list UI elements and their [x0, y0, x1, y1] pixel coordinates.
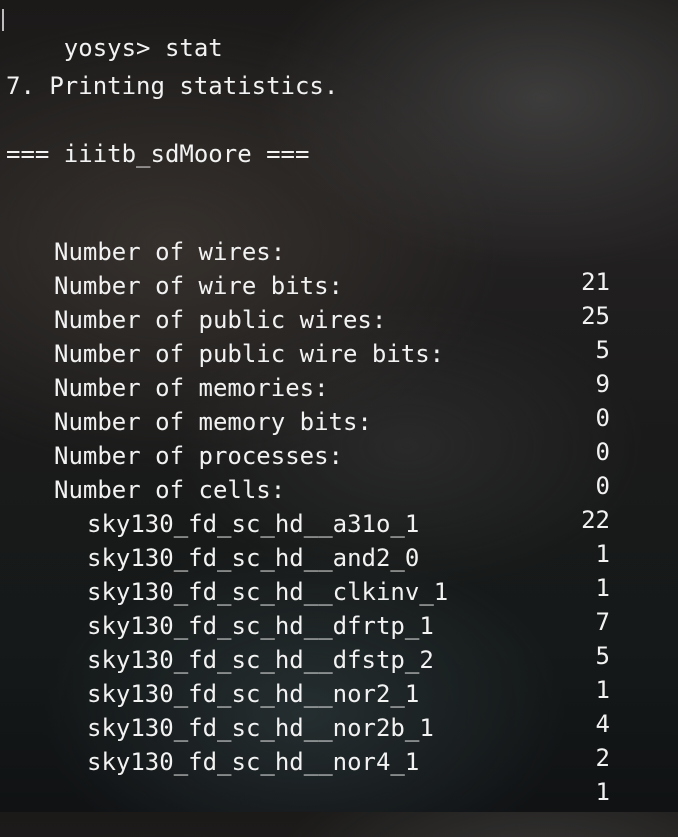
cell-row: sky130_fd_sc_hd__nor2b_1 2 — [6, 683, 676, 772]
stat-row-public-wires: Number of public wires: 5 — [6, 275, 676, 364]
stat-row-public-wire-bits: Number of public wire bits: 9 — [6, 309, 676, 398]
cell-row: sky130_fd_sc_hd__dfstp_2 1 — [6, 615, 676, 704]
section-heading: 7. Printing statistics. — [6, 72, 339, 100]
stat-row-memories: Number of memories: 0 — [6, 343, 676, 432]
stat-row-cells: Number of cells: 22 — [6, 445, 676, 534]
stat-row-wire-bits: Number of wire bits: 25 — [6, 241, 676, 330]
cell-row: sky130_fd_sc_hd__nor2_1 4 — [6, 649, 676, 738]
cell-row: sky130_fd_sc_hd__clkinv_1 7 — [6, 547, 676, 636]
cell-row: sky130_fd_sc_hd__dfrtp_1 5 — [6, 581, 676, 670]
stat-row-wires: Number of wires: 21 — [6, 207, 676, 296]
command-text: stat — [164, 34, 223, 62]
cursor-marker — [2, 9, 4, 31]
cell-count: 1 — [595, 778, 610, 806]
prompt-line: yosys> stat — [2, 3, 676, 62]
prompt-text: yosys> — [63, 34, 165, 62]
cell-row: sky130_fd_sc_hd__and2_0 1 — [6, 513, 676, 602]
module-heading: === iiitb_sdMoore === — [6, 140, 310, 168]
stat-row-memory-bits: Number of memory bits: 0 — [6, 377, 676, 466]
terminal-window: { "prompt": { "text": "yosys> ", "comman… — [0, 0, 678, 812]
stat-row-processes: Number of processes: 0 — [6, 411, 676, 500]
cell-row: sky130_fd_sc_hd__nor4_1 1 — [6, 717, 676, 806]
terminal-output: yosys> stat 7. Printing statistics. === … — [2, 3, 676, 806]
cell-row: sky130_fd_sc_hd__a31o_1 1 — [6, 479, 676, 568]
cell-name: sky130_fd_sc_hd__nor4_1 — [87, 748, 420, 776]
